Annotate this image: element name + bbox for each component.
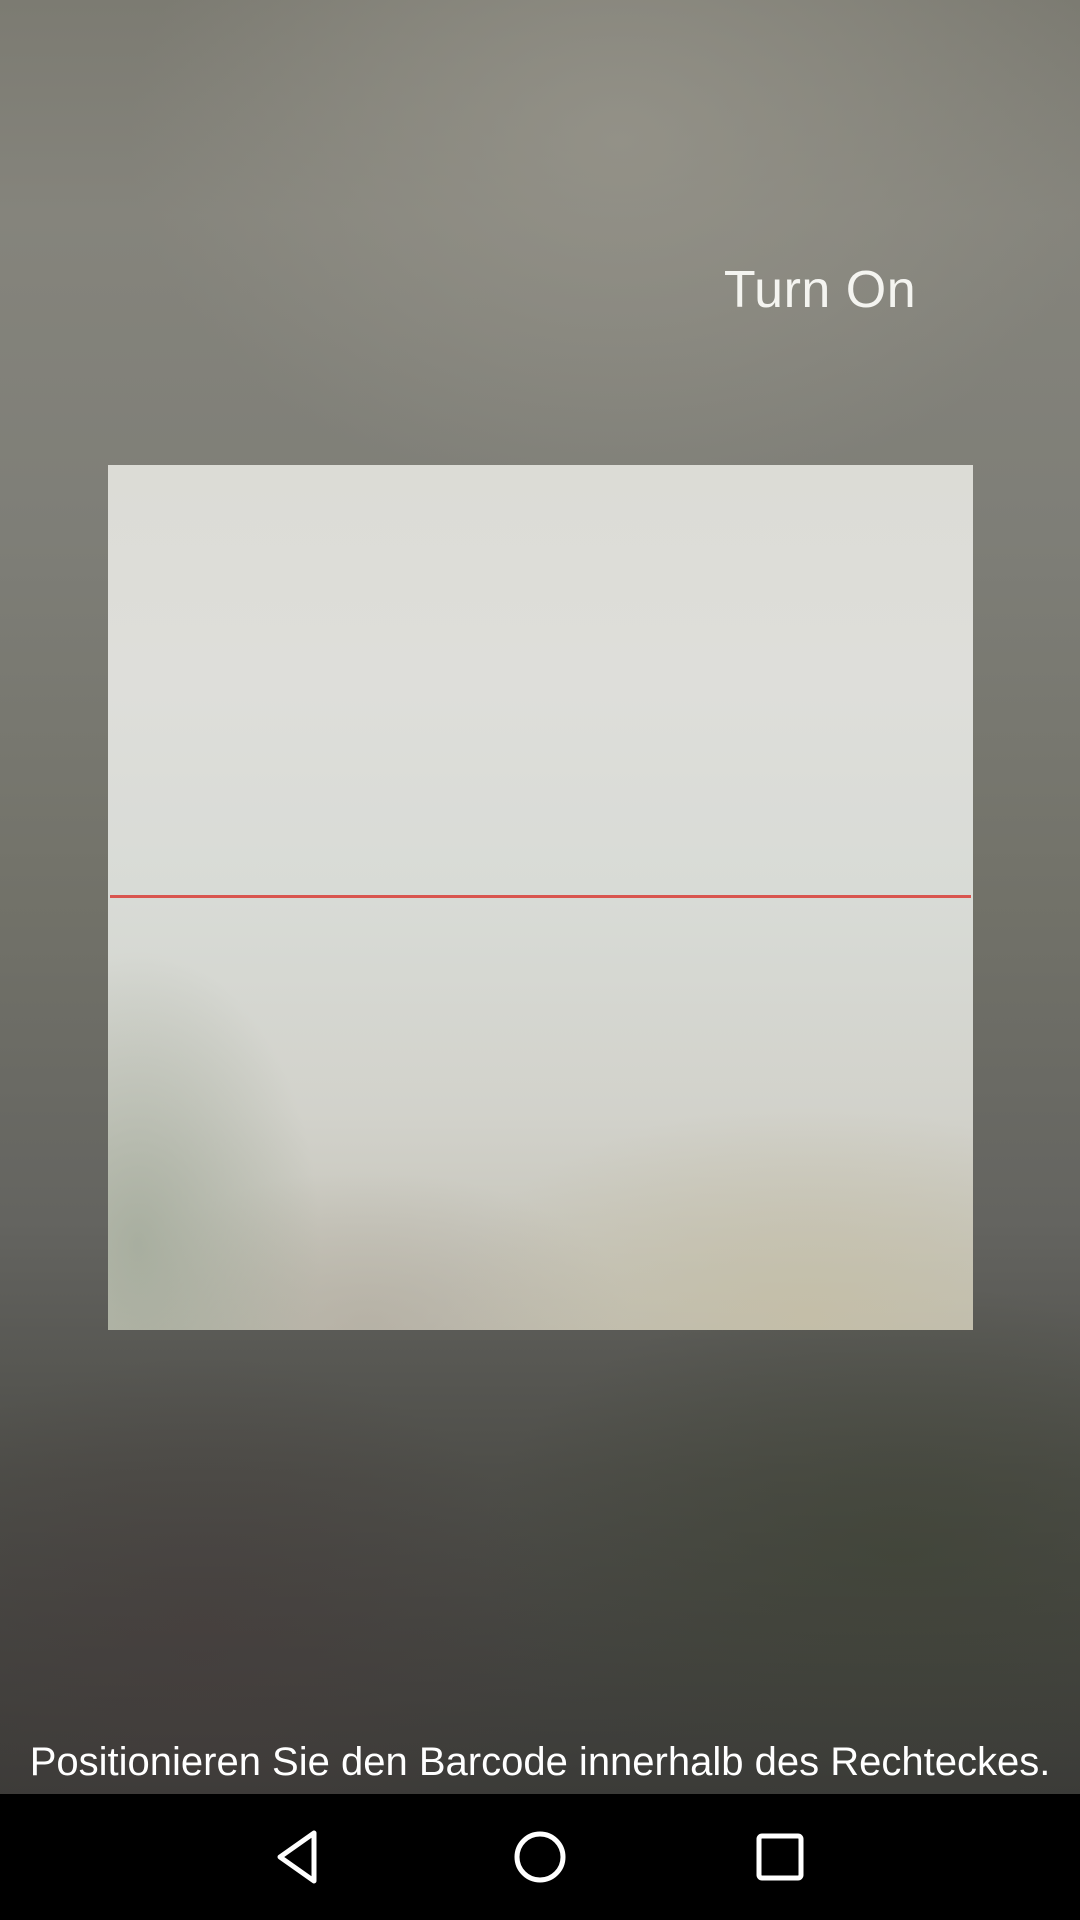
- recents-button[interactable]: [720, 1812, 840, 1902]
- scan-frame: [108, 465, 973, 1330]
- home-button[interactable]: [480, 1812, 600, 1902]
- scan-hint-text: Positionieren Sie den Barcode innerhalb …: [29, 1740, 1051, 1784]
- back-icon: [277, 1830, 317, 1884]
- scan-line: [110, 895, 971, 898]
- navigation-bar: [0, 1794, 1080, 1920]
- home-icon: [514, 1831, 566, 1883]
- recents-icon: [756, 1833, 804, 1881]
- flashlight-toggle-button[interactable]: Turn On: [700, 240, 940, 340]
- back-button[interactable]: [240, 1812, 360, 1902]
